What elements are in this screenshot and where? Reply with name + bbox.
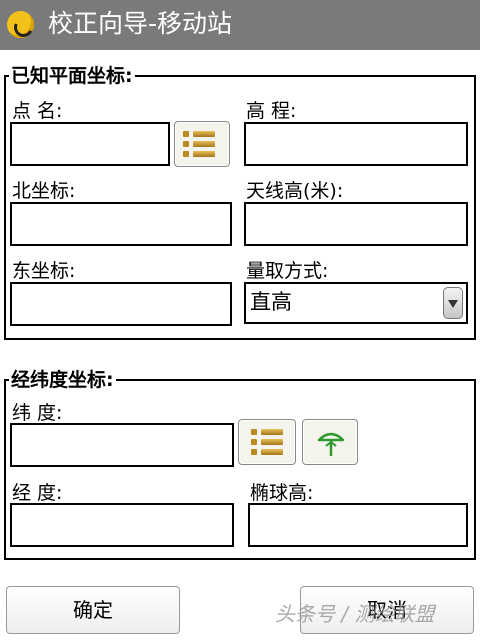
latitude-input[interactable]	[10, 423, 234, 467]
plane-coordinates-legend: 已知平面坐标:	[11, 65, 133, 87]
list-icon	[251, 429, 283, 455]
ok-button[interactable]: 确定	[6, 586, 180, 634]
ellipsoid-height-input[interactable]	[248, 503, 468, 547]
geo-list-button[interactable]	[238, 419, 296, 465]
measure-method-label: 量取方式:	[246, 260, 329, 282]
list-icon	[183, 131, 215, 157]
longitude-label: 经 度:	[12, 482, 63, 504]
east-coordinate-input[interactable]	[10, 282, 232, 326]
chevron-down-icon[interactable]	[443, 287, 463, 319]
east-coordinate-label: 东坐标:	[12, 260, 76, 282]
point-name-label: 点 名:	[12, 100, 63, 122]
app-logo-icon	[7, 11, 34, 38]
elevation-label: 高 程:	[246, 100, 297, 122]
antenna-height-input[interactable]	[244, 202, 468, 246]
geographic-coordinates-legend: 经纬度坐标:	[11, 369, 114, 391]
antenna-height-label: 天线高(米):	[246, 180, 344, 202]
elevation-input[interactable]	[244, 122, 468, 166]
antenna-button[interactable]	[302, 419, 358, 465]
point-list-button[interactable]	[174, 121, 230, 167]
measure-method-value: 直高	[250, 290, 292, 314]
longitude-input[interactable]	[10, 503, 234, 547]
antenna-icon	[317, 432, 345, 456]
window-title: 校正向导-移动站	[48, 9, 233, 38]
measure-method-select[interactable]: 直高	[244, 282, 468, 324]
ellipsoid-height-label: 椭球高:	[250, 482, 314, 504]
title-bar: 校正向导-移动站	[0, 0, 480, 50]
cancel-button[interactable]: 取消	[300, 586, 474, 634]
north-coordinate-input[interactable]	[10, 202, 232, 246]
north-coordinate-label: 北坐标:	[12, 180, 76, 202]
point-name-input[interactable]	[10, 122, 170, 166]
latitude-label: 纬 度:	[12, 402, 63, 424]
